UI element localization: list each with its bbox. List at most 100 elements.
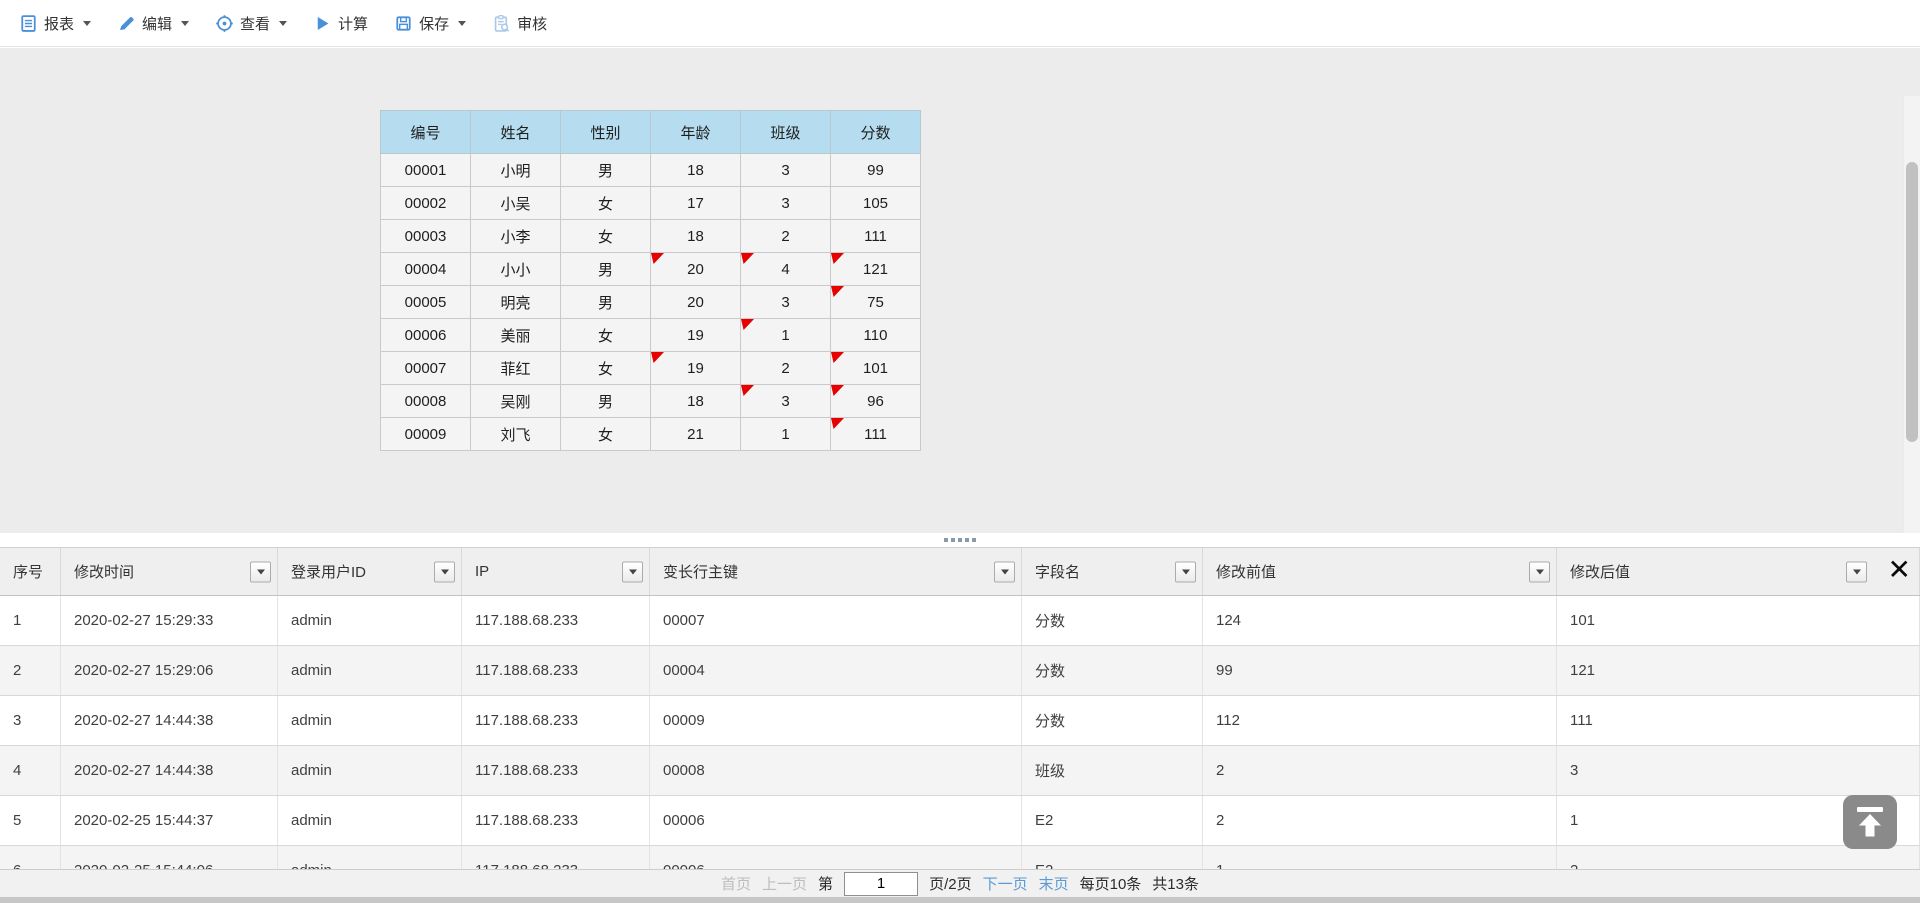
audit-cell: 117.188.68.233 [462, 696, 650, 745]
sheet-cell[interactable]: 00003 [381, 220, 471, 253]
column-filter-button[interactable] [994, 561, 1015, 582]
page-number-input[interactable] [844, 872, 918, 896]
sheet-cell[interactable]: 女 [561, 187, 651, 220]
sheet-cell[interactable]: 女 [561, 352, 651, 385]
sheet-cell[interactable]: 20 [651, 253, 741, 286]
audit-log-row[interactable]: 32020-02-27 14:44:38admin117.188.68.2330… [0, 696, 1920, 746]
sheet-cell[interactable]: 4 [741, 253, 831, 286]
toolbar-button-edit[interactable]: 编辑 [108, 7, 198, 40]
sheet-cell[interactable]: 吴刚 [471, 385, 561, 418]
sheet-cell[interactable]: 男 [561, 286, 651, 319]
sheet-cell[interactable]: 3 [741, 286, 831, 319]
audit-log-row[interactable]: 12020-02-27 15:29:33admin117.188.68.2330… [0, 596, 1920, 646]
column-filter-button[interactable] [622, 561, 643, 582]
sheet-cell[interactable]: 2 [741, 220, 831, 253]
sheet-cell[interactable]: 1 [741, 319, 831, 352]
sheet-cell[interactable]: 女 [561, 418, 651, 451]
sheet-cell[interactable]: 男 [561, 253, 651, 286]
sheet-cell[interactable]: 18 [651, 220, 741, 253]
modified-cell-marker-icon [741, 319, 754, 330]
sheet-cell[interactable]: 99 [831, 154, 921, 187]
column-filter-button[interactable] [1846, 561, 1867, 582]
sheet-cell[interactable]: 96 [831, 385, 921, 418]
back-to-top-button[interactable] [1843, 795, 1897, 849]
toolbar-button-audit[interactable]: 审核 [483, 7, 556, 40]
sheet-cell[interactable]: 小小 [471, 253, 561, 286]
sheet-cell[interactable]: 18 [651, 154, 741, 187]
audit-column-header: 修改前值 [1203, 548, 1557, 595]
sheet-cell[interactable]: 刘飞 [471, 418, 561, 451]
audit-log-row[interactable]: 42020-02-27 14:44:38admin117.188.68.2330… [0, 746, 1920, 796]
toolbar-button-calculate[interactable]: 计算 [304, 7, 377, 40]
sheet-cell[interactable]: 女 [561, 220, 651, 253]
total-count-label: 共13条 [1152, 873, 1199, 894]
sheet-cell[interactable]: 21 [651, 418, 741, 451]
sheet-cell[interactable]: 75 [831, 286, 921, 319]
vertical-scrollbar[interactable] [1903, 96, 1920, 581]
pagination-next-button[interactable]: 下一页 [983, 873, 1028, 894]
sheet-cell[interactable]: 男 [561, 154, 651, 187]
sheet-cell[interactable]: 18 [651, 385, 741, 418]
audit-cell: 00004 [650, 646, 1022, 695]
splitter-handle[interactable] [0, 533, 1920, 547]
pagination-prev-button[interactable]: 上一页 [762, 873, 807, 894]
toolbar-button-report[interactable]: 报表 [10, 7, 100, 40]
column-filter-button[interactable] [434, 561, 455, 582]
close-icon[interactable]: ✕ [1888, 556, 1911, 584]
audit-column-label: 序号 [13, 561, 43, 582]
sheet-cell[interactable]: 1 [741, 418, 831, 451]
sheet-cell[interactable]: 00007 [381, 352, 471, 385]
sheet-cell[interactable]: 105 [831, 187, 921, 220]
sheet-cell[interactable]: 17 [651, 187, 741, 220]
sheet-cell[interactable]: 111 [831, 418, 921, 451]
filter-dropdown-icon [1182, 569, 1190, 574]
sheet-cell[interactable]: 菲红 [471, 352, 561, 385]
audit-cell: 112 [1203, 696, 1557, 745]
column-filter-button[interactable] [1175, 561, 1196, 582]
sheet-cell[interactable]: 00009 [381, 418, 471, 451]
modified-cell-marker-icon [831, 286, 844, 297]
sheet-cell[interactable]: 2 [741, 352, 831, 385]
sheet-cell[interactable]: 00002 [381, 187, 471, 220]
sheet-cell[interactable]: 00005 [381, 286, 471, 319]
sheet-cell[interactable]: 00004 [381, 253, 471, 286]
sheet-cell[interactable]: 101 [831, 352, 921, 385]
pagination-first-button[interactable]: 首页 [721, 873, 751, 894]
toolbar-button-label: 审核 [517, 13, 547, 34]
toolbar-button-save[interactable]: 保存 [385, 7, 475, 40]
sheet-cell[interactable]: 男 [561, 385, 651, 418]
audit-log-row[interactable]: 52020-02-25 15:44:37admin117.188.68.2330… [0, 796, 1920, 846]
sheet-cell[interactable]: 小吴 [471, 187, 561, 220]
sheet-cell[interactable]: 19 [651, 352, 741, 385]
toolbar-button-view[interactable]: 查看 [206, 7, 296, 40]
scrollbar-thumb[interactable] [1906, 162, 1918, 442]
audit-log-row[interactable]: 62020-02-25 15:44:06admin117.188.68.2330… [0, 846, 1920, 869]
audit-cell: admin [278, 596, 462, 645]
column-filter-button[interactable] [1529, 561, 1550, 582]
sheet-cell[interactable]: 明亮 [471, 286, 561, 319]
sheet-cell[interactable]: 121 [831, 253, 921, 286]
sheet-cell[interactable]: 00008 [381, 385, 471, 418]
chevron-down-icon [83, 21, 91, 26]
sheet-cell[interactable]: 111 [831, 220, 921, 253]
sheet-cell[interactable]: 3 [741, 385, 831, 418]
sheet-cell[interactable]: 110 [831, 319, 921, 352]
sheet-cell[interactable]: 小明 [471, 154, 561, 187]
sheet-cell[interactable]: 00001 [381, 154, 471, 187]
sheet-cell[interactable]: 女 [561, 319, 651, 352]
pagination-last-button[interactable]: 末页 [1039, 873, 1069, 894]
audit-log-row[interactable]: 22020-02-27 15:29:06admin117.188.68.2330… [0, 646, 1920, 696]
sheet-cell[interactable]: 19 [651, 319, 741, 352]
chevron-down-icon [458, 21, 466, 26]
sheet-cell[interactable]: 3 [741, 154, 831, 187]
sheet-cell[interactable]: 3 [741, 187, 831, 220]
sheet-cell[interactable]: 美丽 [471, 319, 561, 352]
audit-icon [492, 14, 511, 33]
sheet-cell[interactable]: 20 [651, 286, 741, 319]
audit-cell: 117.188.68.233 [462, 846, 650, 869]
column-filter-button[interactable] [250, 561, 271, 582]
sheet-cell[interactable]: 00006 [381, 319, 471, 352]
audit-column-label: IP [475, 563, 489, 580]
audit-cell: 101 [1557, 596, 1920, 645]
sheet-cell[interactable]: 小李 [471, 220, 561, 253]
